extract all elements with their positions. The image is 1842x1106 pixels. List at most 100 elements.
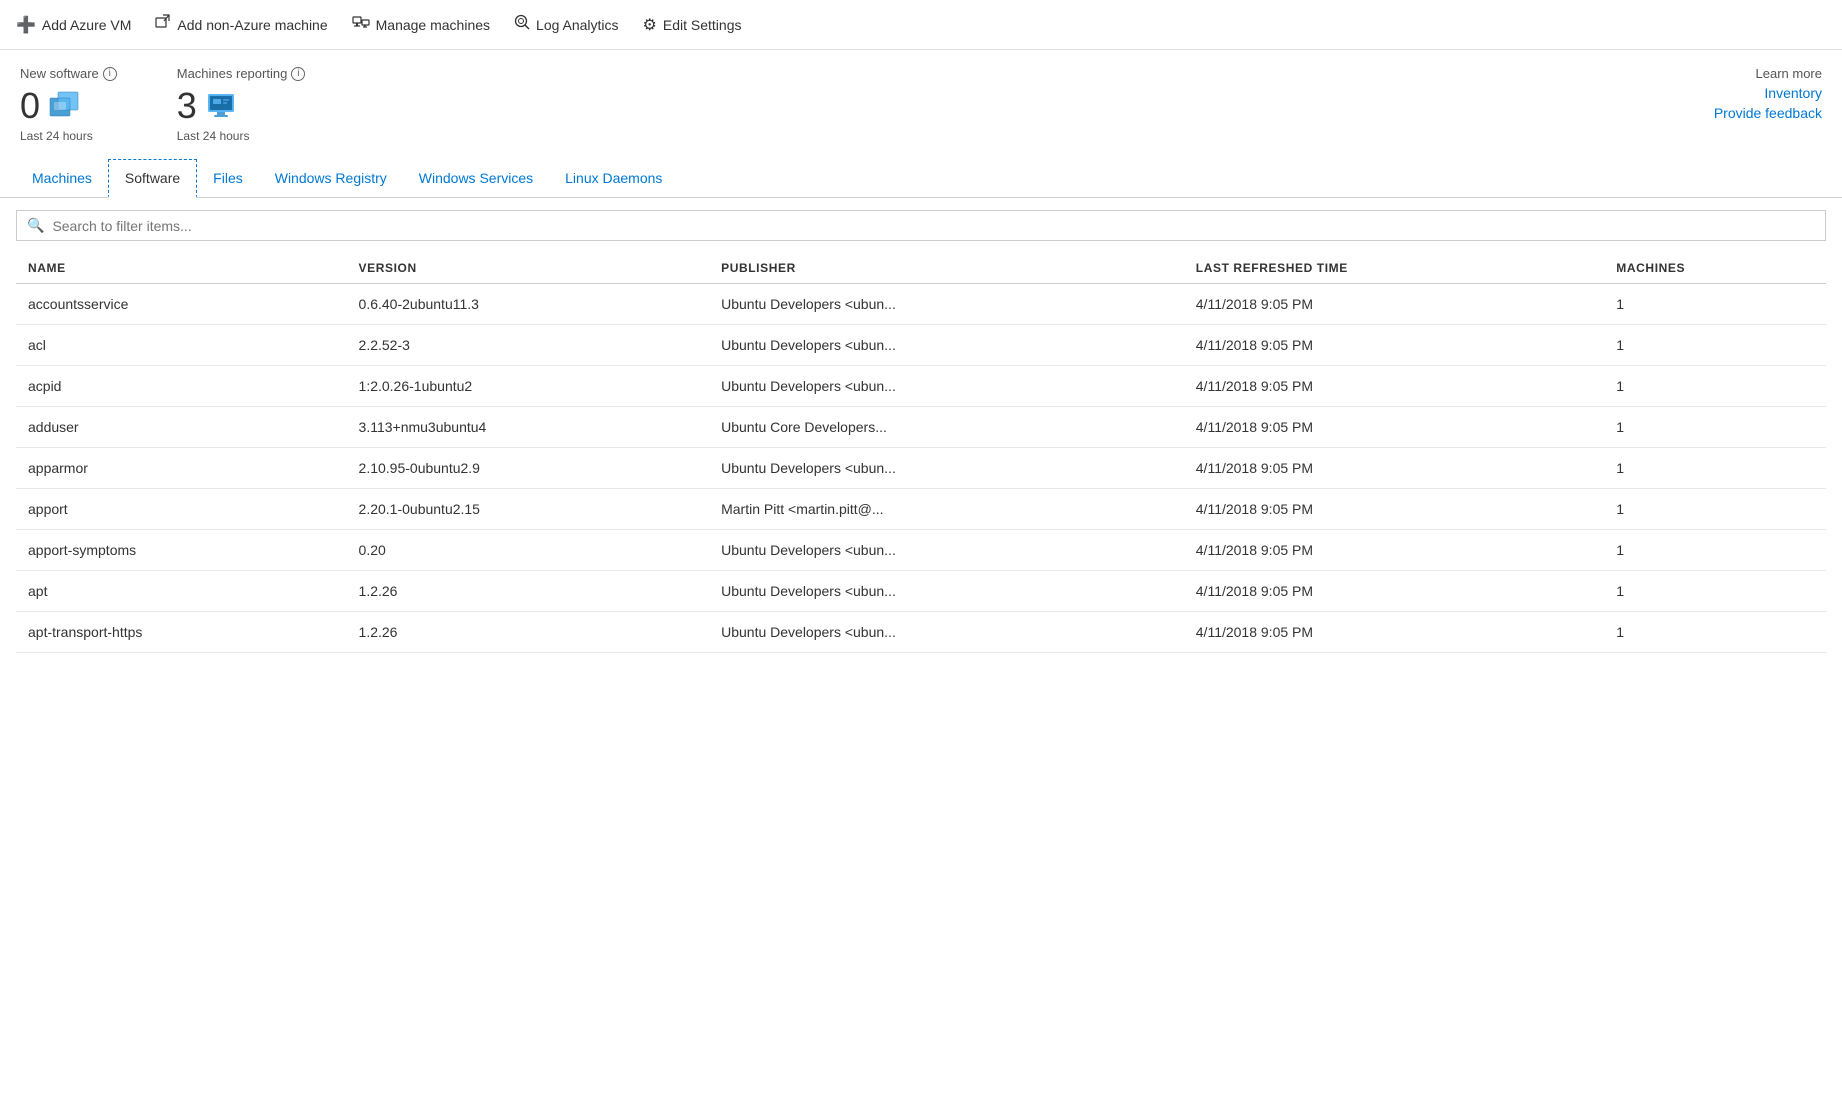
table-row[interactable]: apparmor2.10.95-0ubuntu2.9Ubuntu Develop… — [16, 448, 1826, 489]
log-analytics-icon — [514, 14, 530, 35]
tabs-container: Machines Software Files Windows Registry… — [0, 159, 1842, 198]
cell-name: apt-transport-https — [16, 612, 347, 653]
col-name: NAME — [16, 253, 347, 284]
col-publisher: PUBLISHER — [709, 253, 1184, 284]
add-non-azure-button[interactable]: Add non-Azure machine — [155, 10, 327, 39]
table-wrapper: NAME VERSION PUBLISHER LAST REFRESHED TI… — [0, 253, 1842, 653]
table-row[interactable]: acl2.2.52-3Ubuntu Developers <ubun...4/1… — [16, 325, 1826, 366]
cell-last_refreshed: 4/11/2018 9:05 PM — [1184, 407, 1605, 448]
cell-version: 1.2.26 — [347, 612, 710, 653]
table-row[interactable]: apt1.2.26Ubuntu Developers <ubun...4/11/… — [16, 571, 1826, 612]
tab-files[interactable]: Files — [197, 159, 259, 197]
cell-publisher: Ubuntu Developers <ubun... — [709, 325, 1184, 366]
tab-windows-registry[interactable]: Windows Registry — [259, 159, 403, 197]
cell-machines: 1 — [1604, 407, 1826, 448]
search-bar: 🔍 — [16, 210, 1826, 241]
cell-version: 0.6.40-2ubuntu11.3 — [347, 284, 710, 325]
search-input[interactable] — [52, 218, 1815, 234]
cell-publisher: Ubuntu Developers <ubun... — [709, 284, 1184, 325]
cell-version: 1:2.0.26-1ubuntu2 — [347, 366, 710, 407]
cell-machines: 1 — [1604, 284, 1826, 325]
machines-reporting-stat: Machines reporting i 3 Last 24 hours — [177, 66, 306, 143]
cell-machines: 1 — [1604, 325, 1826, 366]
table-header-row: NAME VERSION PUBLISHER LAST REFRESHED TI… — [16, 253, 1826, 284]
manage-machines-label: Manage machines — [376, 17, 490, 33]
manage-machines-button[interactable]: Manage machines — [352, 11, 490, 38]
machines-reporting-label: Machines reporting — [177, 66, 288, 81]
add-azure-vm-button[interactable]: ➕ Add Azure VM — [16, 11, 131, 39]
provide-feedback-link[interactable]: Provide feedback — [1714, 105, 1822, 121]
col-machines: MACHINES — [1604, 253, 1826, 284]
cell-last_refreshed: 4/11/2018 9:05 PM — [1184, 571, 1605, 612]
cell-name: adduser — [16, 407, 347, 448]
cell-machines: 1 — [1604, 489, 1826, 530]
new-software-label: New software — [20, 66, 99, 81]
tab-windows-services[interactable]: Windows Services — [403, 159, 549, 197]
cell-publisher: Ubuntu Developers <ubun... — [709, 571, 1184, 612]
cell-name: acpid — [16, 366, 347, 407]
cell-name: apport-symptoms — [16, 530, 347, 571]
learn-more-label: Learn more — [1756, 66, 1822, 81]
cell-machines: 1 — [1604, 366, 1826, 407]
cell-publisher: Ubuntu Developers <ubun... — [709, 448, 1184, 489]
table-row[interactable]: adduser3.113+nmu3ubuntu4Ubuntu Core Deve… — [16, 407, 1826, 448]
cell-machines: 1 — [1604, 571, 1826, 612]
cell-last_refreshed: 4/11/2018 9:05 PM — [1184, 612, 1605, 653]
software-cube-icon — [48, 90, 80, 122]
cell-machines: 1 — [1604, 612, 1826, 653]
machine-monitor-icon — [205, 90, 237, 122]
cell-publisher: Ubuntu Developers <ubun... — [709, 612, 1184, 653]
cell-version: 1.2.26 — [347, 571, 710, 612]
tab-linux-daemons[interactable]: Linux Daemons — [549, 159, 678, 197]
cell-publisher: Martin Pitt <martin.pitt@... — [709, 489, 1184, 530]
cell-machines: 1 — [1604, 530, 1826, 571]
tab-software[interactable]: Software — [108, 159, 197, 198]
col-last-refreshed: LAST REFRESHED TIME — [1184, 253, 1605, 284]
table-row[interactable]: apport-symptoms0.20Ubuntu Developers <ub… — [16, 530, 1826, 571]
cell-last_refreshed: 4/11/2018 9:05 PM — [1184, 325, 1605, 366]
add-icon: ➕ — [16, 15, 36, 35]
table-row[interactable]: accountsservice0.6.40-2ubuntu11.3Ubuntu … — [16, 284, 1826, 325]
table-row[interactable]: apt-transport-https1.2.26Ubuntu Develope… — [16, 612, 1826, 653]
search-icon: 🔍 — [27, 217, 44, 234]
machines-reporting-subtext: Last 24 hours — [177, 129, 306, 143]
cell-version: 3.113+nmu3ubuntu4 — [347, 407, 710, 448]
add-azure-vm-label: Add Azure VM — [42, 17, 132, 33]
stats-section: New software i 0 Last 24 hours Machines … — [0, 50, 1842, 159]
cell-name: apparmor — [16, 448, 347, 489]
cell-name: apport — [16, 489, 347, 530]
new-software-stat: New software i 0 Last 24 hours — [20, 66, 117, 143]
machines-reporting-value: 3 — [177, 85, 197, 127]
toolbar: ➕ Add Azure VM Add non-Azure machine Man… — [0, 0, 1842, 50]
cell-version: 2.20.1-0ubuntu2.15 — [347, 489, 710, 530]
cell-last_refreshed: 4/11/2018 9:05 PM — [1184, 448, 1605, 489]
cell-last_refreshed: 4/11/2018 9:05 PM — [1184, 530, 1605, 571]
new-software-subtext: Last 24 hours — [20, 129, 117, 143]
add-non-azure-label: Add non-Azure machine — [177, 17, 327, 33]
col-version: VERSION — [347, 253, 710, 284]
tab-machines[interactable]: Machines — [16, 159, 108, 197]
manage-icon — [352, 15, 370, 34]
cell-name: acl — [16, 325, 347, 366]
cell-last_refreshed: 4/11/2018 9:05 PM — [1184, 366, 1605, 407]
cell-publisher: Ubuntu Core Developers... — [709, 407, 1184, 448]
cell-version: 2.10.95-0ubuntu2.9 — [347, 448, 710, 489]
log-analytics-label: Log Analytics — [536, 17, 619, 33]
log-analytics-button[interactable]: Log Analytics — [514, 10, 619, 39]
machines-reporting-info-icon[interactable]: i — [291, 67, 305, 81]
edit-settings-label: Edit Settings — [663, 17, 742, 33]
cell-version: 0.20 — [347, 530, 710, 571]
cell-publisher: Ubuntu Developers <ubun... — [709, 366, 1184, 407]
table-row[interactable]: acpid1:2.0.26-1ubuntu2Ubuntu Developers … — [16, 366, 1826, 407]
cell-publisher: Ubuntu Developers <ubun... — [709, 530, 1184, 571]
cell-last_refreshed: 4/11/2018 9:05 PM — [1184, 489, 1605, 530]
inventory-link[interactable]: Inventory — [1764, 85, 1822, 101]
table-row[interactable]: apport2.20.1-0ubuntu2.15Martin Pitt <mar… — [16, 489, 1826, 530]
cell-name: apt — [16, 571, 347, 612]
edit-settings-button[interactable]: ⚙ Edit Settings — [643, 11, 742, 39]
new-software-info-icon[interactable]: i — [103, 67, 117, 81]
side-links: Learn more Inventory Provide feedback — [1714, 66, 1822, 121]
cell-machines: 1 — [1604, 448, 1826, 489]
cell-version: 2.2.52-3 — [347, 325, 710, 366]
cell-name: accountsservice — [16, 284, 347, 325]
